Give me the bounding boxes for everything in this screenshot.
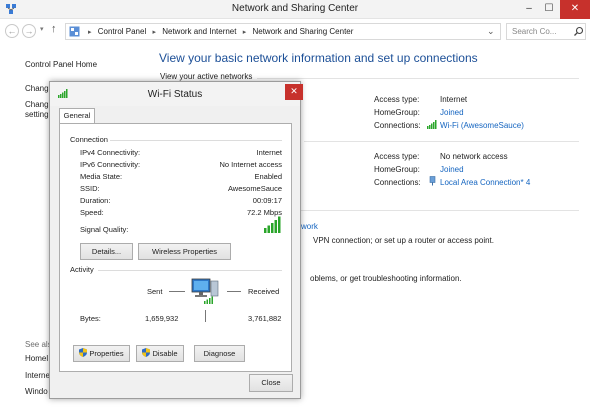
ipv6-label: IPv6 Connectivity: [80,160,141,169]
signal-quality-bars-icon [264,216,281,233]
net2-homegroup-label: HomeGroup: [374,165,420,174]
tab-general[interactable]: General [59,108,95,124]
net1-access-type-value: Internet [440,95,468,104]
up-arrow-icon[interactable]: ↑ [51,23,57,35]
bytes-received-value: 3,761,882 [248,314,282,323]
breadcrumb-separator-icon: ▸ [152,29,156,36]
bytes-label: Bytes: [80,314,101,323]
change-adapter-link[interactable]: Chang [25,84,49,93]
net2-connections-label: Connections: [374,178,421,187]
window-title: Network and Sharing Center [231,3,359,14]
change-advanced-link-line2[interactable]: setting [25,110,49,119]
connection-group-line [104,140,282,141]
ssid-value: AwesomeSauce [227,184,282,193]
search-placeholder: Search Co... [512,27,557,36]
set-up-connection-description: VPN connection; or set up a router or ac… [313,236,494,245]
net1-connections-label: Connections: [374,121,421,130]
properties-button-label: Properties [89,349,124,358]
see-also-internet-options-link[interactable]: Interne [25,371,50,380]
search-input[interactable]: Search Co... [506,23,586,40]
control-panel-icon [69,26,80,37]
close-window-button[interactable]: ✕ [560,0,590,19]
window-titlebar: Network and Sharing Center – ☐ ✕ [0,0,590,19]
received-label: Received [248,287,280,296]
uac-shield-icon [79,348,88,357]
media-state-label: Media State: [80,172,123,181]
set-up-connection-link-partial[interactable]: work [301,222,318,231]
net2-access-type-label: Access type: [374,152,420,161]
disable-button[interactable]: Disable [136,345,184,362]
address-field[interactable]: ▸ Control Panel ▸ Network and Internet ▸… [65,23,545,40]
media-state-value: Enabled [254,172,282,181]
properties-button[interactable]: Properties [73,345,130,362]
forward-arrow-icon[interactable]: → [22,24,36,38]
speed-label: Speed: [80,208,104,217]
activity-group-line [98,270,282,271]
network-computer-icon [191,278,219,304]
ssid-label: SSID: [80,184,100,193]
connection-group-title: Connection [70,135,110,144]
change-settings-divider [301,210,579,211]
maximize-button[interactable]: ☐ [540,0,558,19]
see-also-windows-firewall-link[interactable]: Windo [25,387,48,396]
breadcrumb-separator-icon: ▸ [242,29,247,36]
net2-homegroup-link[interactable]: Joined [440,165,464,174]
bytes-divider [205,310,206,322]
uac-shield-icon [142,348,151,357]
breadcrumb-network-internet[interactable]: Network and Internet [162,27,236,36]
ipv4-label: IPv4 Connectivity: [80,148,141,157]
dialog-title: Wi-Fi Status [147,89,203,100]
wifi-signal-icon [427,120,437,129]
sent-label: Sent [147,287,163,296]
ethernet-adapter-icon [429,176,436,186]
address-toolbar: ← → ▾ ↑ ▸ Control Panel ▸ Network and In… [0,19,590,44]
net1-connection-link[interactable]: Wi-Fi (AwesomeSauce) [440,121,524,130]
network-divider [304,141,579,142]
section-divider [257,78,579,79]
net2-access-type-value: No network access [440,152,508,161]
duration-value: 00:09:17 [252,196,282,205]
activity-group-title: Activity [70,265,96,274]
signal-quality-label: Signal Quality: [80,225,129,234]
breadcrumb: ▸ Control Panel ▸ Network and Internet ▸… [84,27,353,36]
address-dropdown-icon[interactable]: ⌄ [487,26,495,37]
disable-button-label: Disable [152,349,178,358]
details-button[interactable]: Details... [80,243,133,260]
troubleshoot-description: oblems, or get troubleshooting informati… [310,274,462,283]
wifi-status-dialog: Wi-Fi Status ✕ General Connection IPv4 C… [49,81,303,399]
ipv4-value: Internet [256,148,282,157]
net1-homegroup-label: HomeGroup: [374,108,420,117]
back-arrow-icon[interactable]: ← [5,24,19,38]
dialog-close-icon[interactable]: ✕ [285,84,303,100]
control-panel-home-link[interactable]: Control Panel Home [25,60,97,69]
active-networks-label: View your active networks [160,72,253,81]
bytes-sent-value: 1,659,932 [145,314,179,323]
net1-access-type-label: Access type: [374,95,420,104]
breadcrumb-separator-icon: ▸ [88,29,92,36]
duration-label: Duration: [80,196,111,205]
received-line [227,291,241,292]
general-tab-panel: Connection IPv4 Connectivity: Internet I… [59,123,292,372]
wireless-properties-button[interactable]: Wireless Properties [138,243,231,260]
diagnose-button[interactable]: Diagnose [194,345,245,362]
dialog-titlebar: Wi-Fi Status [50,82,300,106]
net2-connection-link[interactable]: Local Area Connection* 4 [440,178,530,187]
dialog-close-button[interactable]: Close [249,374,293,392]
change-advanced-link[interactable]: Chang [25,100,49,109]
minimize-button[interactable]: – [520,0,538,19]
see-also-heading: See als [25,340,52,349]
breadcrumb-network-sharing[interactable]: Network and Sharing Center [252,27,353,36]
sent-line [169,291,185,292]
see-also-homegroup-link[interactable]: Homel [25,354,48,363]
net1-homegroup-link[interactable]: Joined [440,108,464,117]
page-title: View your basic network information and … [159,51,478,65]
ipv6-value: No Internet access [219,160,282,169]
breadcrumb-control-panel[interactable]: Control Panel [98,27,146,36]
recent-locations-icon[interactable]: ▾ [40,25,44,33]
search-icon[interactable] [573,26,584,37]
